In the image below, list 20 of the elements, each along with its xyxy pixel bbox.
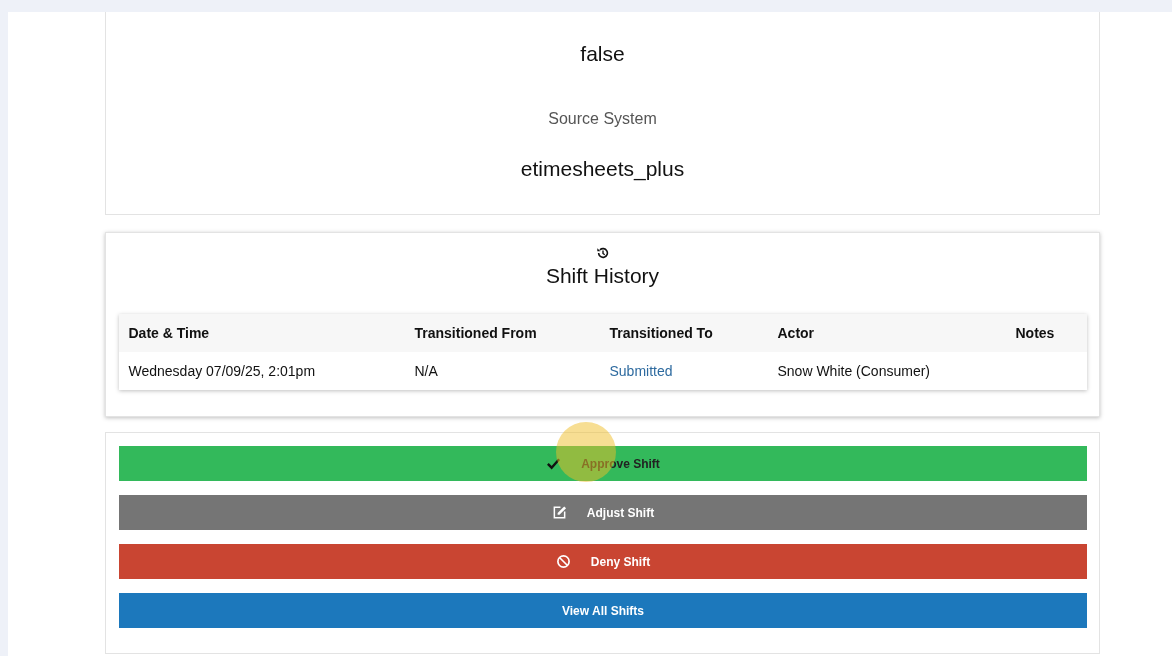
column-header: Transitioned From [414,325,538,341]
field-value: false [580,42,625,66]
status-link[interactable]: Submitted [609,363,673,379]
view-all-button[interactable]: View All Shifts [119,593,1087,628]
field-value: etimesheets_plus [520,157,685,181]
column-header: Date & Time [128,325,211,341]
column-header: Actor [777,325,816,341]
column-header: Transitioned To [609,325,714,341]
section-title: Shift History [545,264,660,288]
adjust-button[interactable]: Adjust Shift [119,495,1087,530]
field-label: Source System [548,110,657,128]
ban-icon [555,554,571,569]
edit-icon [551,505,567,520]
table-cell-text: Snow White (Consumer) [777,363,931,379]
deny-button[interactable]: Deny Shift [119,544,1087,579]
history-icon [595,246,610,260]
column-header: Notes [1015,325,1056,341]
check-icon [546,456,562,471]
table-cell-text: N/A [414,363,439,379]
table-cell-text: Wednesday 07/09/25, 2:01pm [128,363,317,379]
